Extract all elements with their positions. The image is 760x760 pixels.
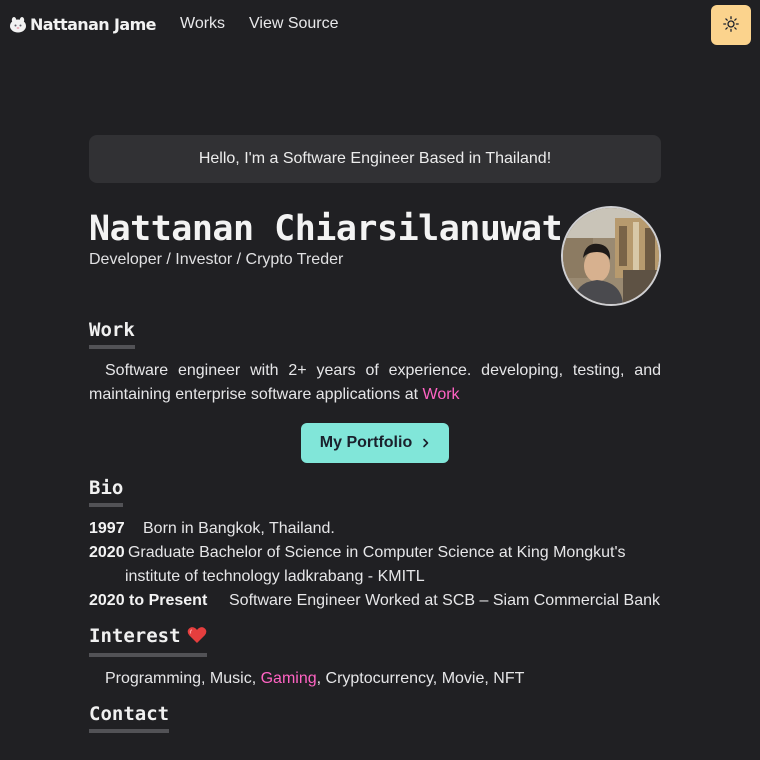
bio-year: 2020 to Present	[89, 592, 208, 609]
logo-text: Nattanan Jame	[30, 14, 157, 34]
nav-link-view-source[interactable]: View Source	[249, 15, 339, 33]
work-description: Software engineer with 2+ years of exper…	[89, 359, 661, 407]
heart-icon	[187, 625, 207, 651]
paw-icon	[8, 14, 28, 34]
bio-item: 1997 Born in Bangkok, Thailand.	[89, 517, 661, 541]
gaming-link[interactable]: Gaming	[261, 670, 317, 687]
interest-text-after: , Cryptocurrency, Movie, NFT	[316, 670, 525, 687]
theme-toggle-button[interactable]	[711, 5, 751, 45]
contact-section: Contact	[89, 701, 661, 733]
greeting-banner: Hello, I'm a Software Engineer Based in …	[89, 135, 661, 183]
work-text: Software engineer with 2+ years of exper…	[89, 362, 661, 403]
interest-heading-text: Interest	[89, 625, 181, 647]
bio-item: 2020 to Present Software Engineer Worked…	[89, 589, 661, 613]
work-link[interactable]: Work	[423, 386, 460, 403]
role-subtitle: Developer / Investor / Crypto Treder	[89, 251, 344, 268]
main-content: Hello, I'm a Software Engineer Based in …	[89, 135, 661, 733]
profile-header: Nattanan Chiarsilanuwat Developer / Inve…	[89, 206, 661, 317]
work-section: Work Software engineer with 2+ years of …	[89, 317, 661, 463]
interest-text-before: Programming, Music,	[105, 670, 261, 687]
avatar	[561, 206, 661, 306]
bio-section: Bio 1997 Born in Bangkok, Thailand. 2020…	[89, 475, 661, 613]
site-logo[interactable]: Nattanan Jame	[8, 14, 157, 34]
chevron-right-icon	[422, 435, 430, 451]
bio-year: 2020	[89, 544, 125, 561]
bio-list: 1997 Born in Bangkok, Thailand. 2020 Gra…	[89, 517, 661, 613]
nav-link-works[interactable]: Works	[180, 15, 225, 33]
page-title: Nattanan Chiarsilanuwat	[89, 209, 563, 249]
sun-icon	[723, 15, 739, 35]
interest-section: Interest Programming, Music, Gaming, Cry…	[89, 623, 661, 691]
interest-description: Programming, Music, Gaming, Cryptocurren…	[89, 667, 661, 691]
bio-item: 2020 Graduate Bachelor of Science in Com…	[89, 541, 661, 589]
interest-heading: Interest	[89, 623, 207, 657]
bio-text: Graduate Bachelor of Science in Computer…	[124, 544, 626, 585]
contact-heading: Contact	[89, 701, 170, 733]
portfolio-button-label: My Portfolio	[319, 434, 413, 451]
work-heading: Work	[89, 317, 135, 349]
bio-heading: Bio	[89, 475, 124, 507]
portfolio-row: My Portfolio	[89, 423, 661, 463]
bio-text: Software Engineer Worked at SCB – Siam C…	[229, 592, 660, 609]
bio-text: Born in Bangkok, Thailand.	[143, 520, 335, 537]
bio-year: 1997	[89, 520, 125, 537]
top-navbar: Nattanan Jame Works View Source	[0, 0, 760, 50]
my-portfolio-button[interactable]: My Portfolio	[301, 423, 449, 463]
